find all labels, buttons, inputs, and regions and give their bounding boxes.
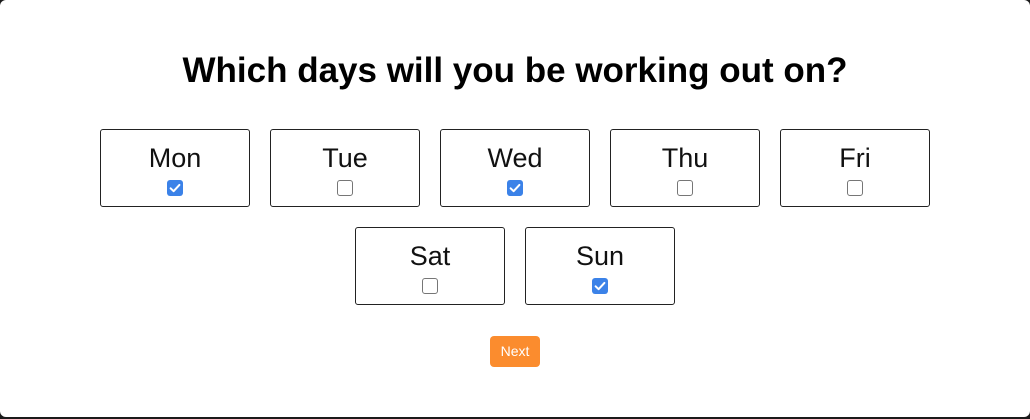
day-label: Fri [839,143,871,173]
day-option-fri[interactable]: Fri [780,129,930,207]
day-label: Wed [487,143,543,173]
day-checkbox[interactable] [677,180,693,196]
workout-days-card: Which days will you be working out on? M… [0,0,1030,417]
day-label: Sun [575,241,625,271]
day-label: Thu [661,143,709,173]
day-checkbox[interactable] [167,180,183,196]
day-option-mon[interactable]: Mon [100,129,250,207]
day-checkbox[interactable] [592,278,608,294]
day-option-wed[interactable]: Wed [440,129,590,207]
next-button[interactable]: Next [490,336,540,367]
checkmark-icon [509,183,521,193]
day-checkbox[interactable] [337,180,353,196]
page-title: Which days will you be working out on? [182,51,848,90]
day-checkbox[interactable] [847,180,863,196]
checkmark-icon [594,281,606,291]
checkmark-icon [169,183,181,193]
day-option-thu[interactable]: Thu [610,129,760,207]
day-option-tue[interactable]: Tue [270,129,420,207]
day-checkbox[interactable] [422,278,438,294]
day-label: Tue [322,143,368,173]
day-option-sat[interactable]: Sat [355,227,505,305]
day-checkbox[interactable] [507,180,523,196]
day-option-sun[interactable]: Sun [525,227,675,305]
day-label: Sat [409,241,451,271]
day-label: Mon [148,143,202,173]
